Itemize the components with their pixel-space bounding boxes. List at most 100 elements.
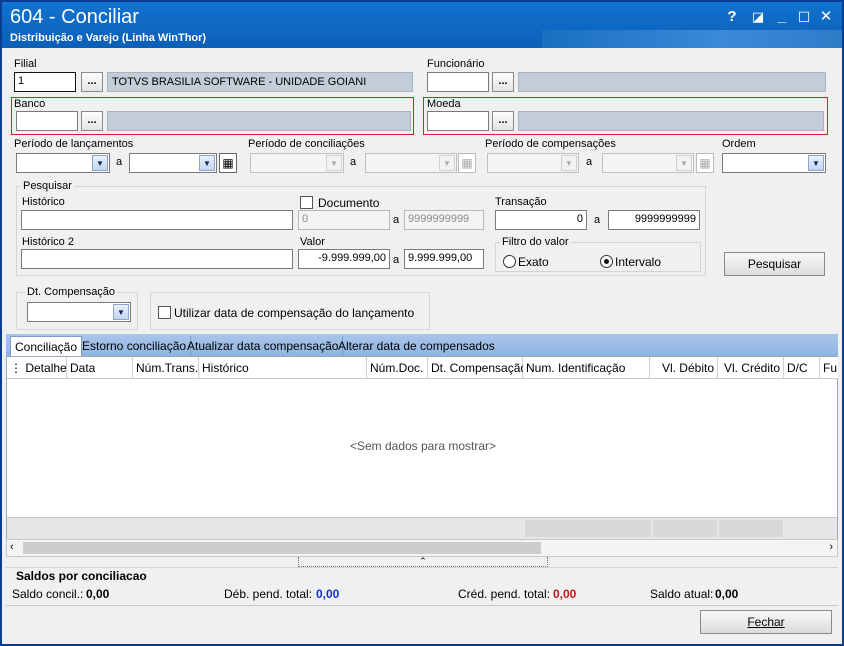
column-fu[interactable]: Fu: [820, 357, 838, 379]
documento-checkbox[interactable]: [300, 196, 313, 209]
conciliacao-grid[interactable]: ⋮ Detalhe Data Núm.Trans. Histórico Núm.…: [6, 356, 838, 539]
column-vl-debito[interactable]: Vl. Débito: [650, 357, 718, 379]
ordem-label: Ordem: [722, 138, 756, 150]
fechar-button-label: Fechar: [747, 615, 785, 629]
chevron-down-icon[interactable]: ▼: [326, 155, 342, 171]
column-data[interactable]: Data: [67, 357, 133, 379]
saldos-title: Saldos por conciliacao: [16, 569, 147, 583]
transacao-from-input[interactable]: 0: [495, 210, 587, 230]
deb-pend-value: 0,00: [316, 587, 340, 601]
banco-name-field: [107, 111, 411, 131]
panel-splitter[interactable]: ⌃: [298, 557, 548, 567]
saldos-panel: Saldos por conciliacao Saldo concil.: 0,…: [6, 567, 838, 605]
maximize-icon[interactable]: ☐: [794, 6, 814, 28]
historico-input[interactable]: [21, 210, 293, 230]
periodo-lancamentos-label: Período de lançamentos: [14, 138, 134, 150]
column-num-doc[interactable]: Núm.Doc.: [367, 357, 428, 379]
column-dt-compensacao[interactable]: Dt. Compensação: [428, 357, 527, 379]
calendar-icon[interactable]: ▦: [219, 153, 237, 173]
transacao-label: Transação: [495, 196, 547, 208]
conciliacoes-end-date[interactable]: ▼: [365, 153, 457, 173]
footer-cell: [653, 520, 717, 537]
column-num-identificacao[interactable]: Num. Identificação: [523, 357, 650, 379]
chevron-down-icon[interactable]: ▼: [439, 155, 455, 171]
close-icon[interactable]: ✕: [816, 6, 836, 28]
funcionario-code-input[interactable]: [427, 72, 489, 92]
fechar-button[interactable]: Fechar: [700, 610, 832, 634]
column-detalhe-label: Detalhe: [25, 361, 67, 375]
tab-conciliacao[interactable]: Conciliação: [10, 336, 83, 357]
filtro-exato-radio[interactable]: [503, 255, 516, 268]
grid-footer: [7, 517, 837, 539]
column-dc[interactable]: D/C: [784, 357, 820, 379]
banco-code-input[interactable]: [16, 111, 78, 131]
minimize-icon[interactable]: _: [772, 6, 792, 28]
historico2-label: Histórico 2: [22, 236, 74, 248]
scroll-left-icon[interactable]: ‹: [10, 541, 14, 553]
documento-to-input[interactable]: 9999999999: [404, 210, 484, 230]
utilizar-data-checkbox[interactable]: [158, 306, 171, 319]
conciliacoes-sep: a: [350, 156, 357, 168]
periodo-conciliacoes-label: Período de conciliações: [248, 138, 365, 150]
grid-menu-icon[interactable]: ⋮: [10, 361, 22, 375]
valor-sep: a: [393, 254, 400, 266]
banco-lookup-button[interactable]: ...: [81, 111, 103, 131]
saldo-atual-label: Saldo atual:: [650, 587, 714, 601]
compensacoes-end-date[interactable]: ▼: [602, 153, 694, 173]
dt-compensacao-select[interactable]: ▼: [27, 302, 131, 322]
column-detalhe[interactable]: ⋮ Detalhe: [7, 357, 67, 379]
chevron-down-icon[interactable]: ▼: [199, 155, 215, 171]
filial-lookup-button[interactable]: ...: [81, 72, 103, 92]
column-num-trans[interactable]: Núm.Trans.: [133, 357, 199, 379]
historico2-input[interactable]: [21, 249, 293, 269]
filial-code-input[interactable]: 1: [14, 72, 76, 92]
grid-empty-message: <Sem dados para mostrar>: [349, 439, 497, 453]
lancamentos-start-date[interactable]: ▼: [16, 153, 110, 173]
pesquisar-button[interactable]: Pesquisar: [724, 252, 825, 276]
restore-icon[interactable]: ◪: [748, 6, 768, 28]
documento-sep: a: [393, 214, 400, 226]
tab-alterar-data-compensados[interactable]: Alterar data de compensados: [334, 336, 499, 356]
periodo-compensacoes-label: Período de compensações: [485, 138, 616, 150]
funcionario-lookup-button[interactable]: ...: [492, 72, 514, 92]
filial-label: Filial: [14, 58, 37, 70]
help-icon[interactable]: ?: [722, 6, 742, 28]
tab-estorno-conciliacao[interactable]: Estorno conciliação: [78, 336, 192, 356]
saldo-atual-value: 0,00: [715, 587, 739, 601]
filtro-intervalo-radio[interactable]: [600, 255, 613, 268]
column-historico[interactable]: Histórico: [199, 357, 367, 379]
valor-from-input[interactable]: -9.999.999,00: [298, 249, 390, 269]
moeda-lookup-button[interactable]: ...: [492, 111, 514, 131]
calendar-icon[interactable]: ▦: [696, 153, 714, 173]
lancamentos-end-date[interactable]: ▼: [129, 153, 217, 173]
conciliacoes-start-date[interactable]: ▼: [250, 153, 344, 173]
column-vl-credito[interactable]: Vl. Crédito: [718, 357, 784, 379]
chevron-up-icon[interactable]: ⌃: [419, 556, 427, 566]
moeda-name-field: [518, 111, 824, 131]
documento-from-input[interactable]: 0: [298, 210, 390, 230]
footer-cell: [719, 520, 783, 537]
dt-compensacao-title: Dt. Compensação: [25, 286, 118, 298]
lancamentos-sep: a: [116, 156, 123, 168]
calendar-icon[interactable]: ▦: [458, 153, 476, 173]
chevron-down-icon[interactable]: ▼: [113, 304, 129, 320]
tab-strip: Conciliação Estorno conciliação Atualiza…: [6, 334, 838, 357]
scroll-right-icon[interactable]: ›: [829, 541, 833, 553]
cred-pend-label: Créd. pend. total:: [458, 587, 551, 601]
cred-pend-value: 0,00: [553, 587, 577, 601]
bottom-divider: [6, 605, 838, 606]
moeda-code-input[interactable]: [427, 111, 489, 131]
scrollbar-thumb[interactable]: [23, 542, 541, 554]
chevron-down-icon[interactable]: ▼: [808, 155, 824, 171]
chevron-down-icon[interactable]: ▼: [561, 155, 577, 171]
pesquisar-group-title: Pesquisar: [21, 180, 74, 192]
chevron-down-icon[interactable]: ▼: [92, 155, 108, 171]
horizontal-scrollbar[interactable]: ‹ ›: [6, 539, 838, 557]
chevron-down-icon[interactable]: ▼: [676, 155, 692, 171]
transacao-to-input[interactable]: 9999999999: [608, 210, 700, 230]
tab-atualizar-data-compensacao[interactable]: Atualizar data compensação: [183, 336, 344, 356]
saldo-concil-label: Saldo concil.:: [12, 587, 84, 601]
ordem-select[interactable]: ▼: [722, 153, 826, 173]
compensacoes-start-date[interactable]: ▼: [487, 153, 579, 173]
valor-to-input[interactable]: 9.999.999,00: [404, 249, 484, 269]
